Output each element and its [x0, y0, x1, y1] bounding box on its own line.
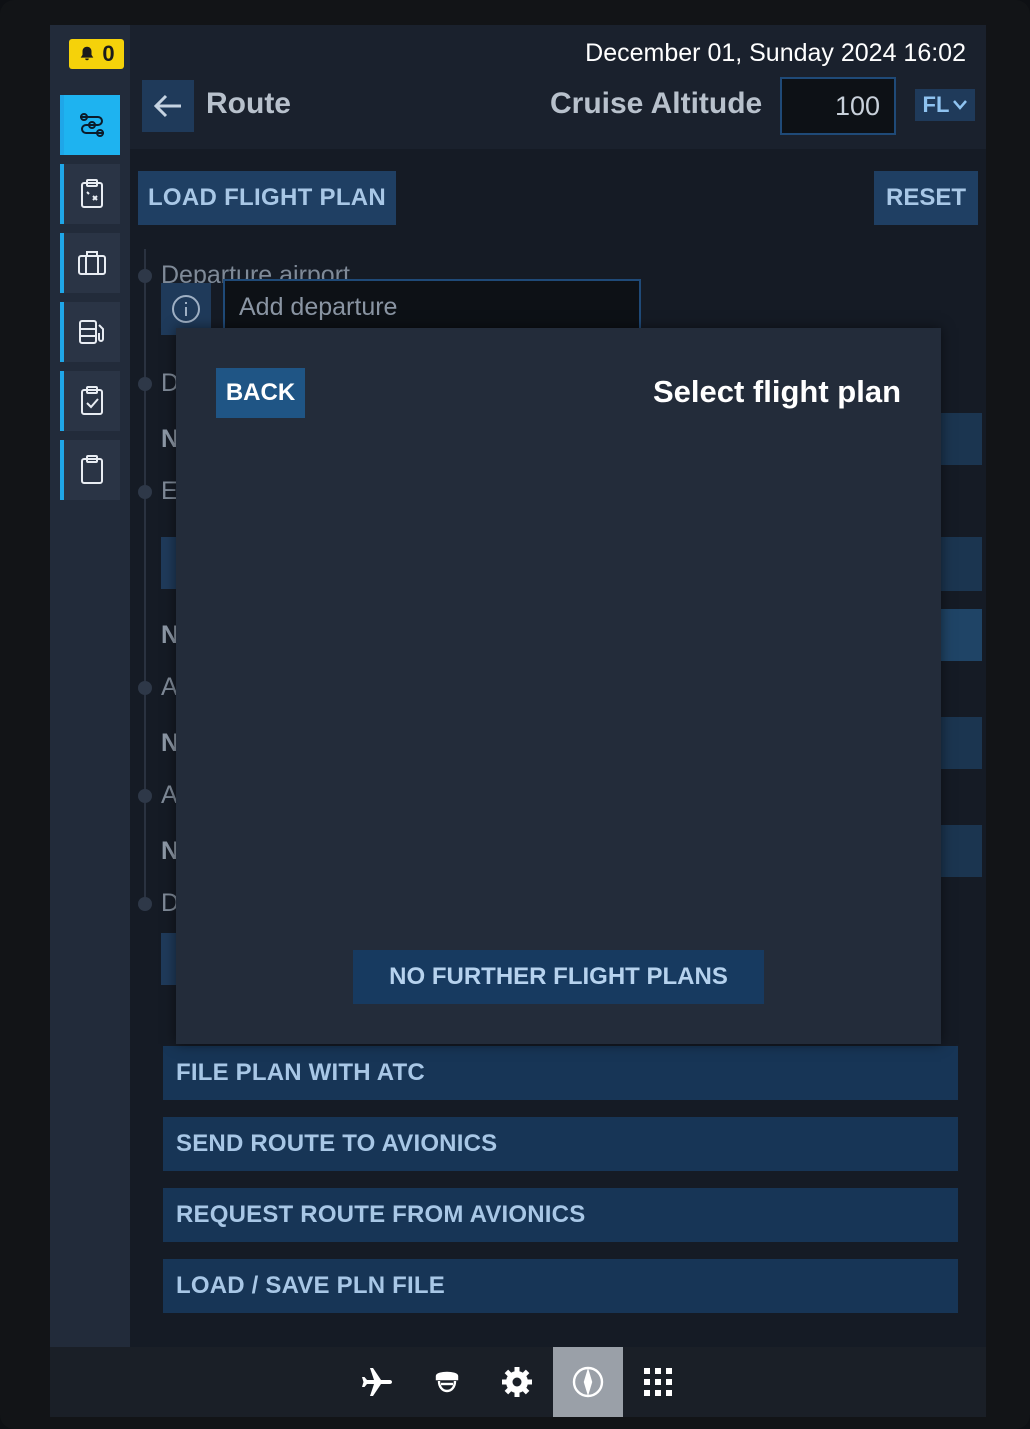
sidebar-item-checklist[interactable]: [60, 371, 120, 431]
dialog-back-button[interactable]: BACK: [216, 368, 305, 418]
airplane-icon: [362, 1368, 392, 1396]
datetime: December 01, Sunday 2024 16:02: [585, 39, 966, 67]
timeline-dot: [138, 485, 152, 499]
checklist-icon: [81, 386, 103, 415]
cruise-altitude-input[interactable]: 100: [780, 77, 896, 135]
pilot-icon: [435, 1371, 459, 1393]
timeline-dot: [138, 269, 152, 283]
notification-badge[interactable]: 0: [69, 39, 124, 69]
sidebar-item-checklist-x[interactable]: [60, 164, 120, 224]
timeline-dot: [138, 377, 152, 391]
load-flight-plan-button[interactable]: LOAD FLIGHT PLAN: [138, 171, 396, 225]
sidebar: 0: [50, 25, 130, 1347]
request-route-avionics-button[interactable]: REQUEST ROUTE FROM AVIONICS: [163, 1188, 958, 1242]
page-title: Route: [206, 87, 291, 120]
sidebar-item-payload[interactable]: [60, 233, 120, 293]
clipboard-icon: [81, 455, 103, 484]
fuel-icon: [79, 320, 104, 344]
gear-icon: [502, 1367, 532, 1397]
notification-count: 0: [102, 41, 115, 66]
timeline-dot: [138, 681, 152, 695]
select-flight-plan-dialog: BACK Select flight plan NO FURTHER FLIGH…: [176, 328, 941, 1044]
altitude-unit-value: FL: [922, 92, 950, 117]
send-route-avionics-button[interactable]: SEND ROUTE TO AVIONICS: [163, 1117, 958, 1171]
compass-icon: [572, 1366, 604, 1398]
arrow-left-icon: [153, 94, 181, 118]
clipboard-x-icon: [81, 179, 103, 208]
altitude-unit-select[interactable]: FL: [915, 89, 975, 121]
timeline-dot: [138, 897, 152, 911]
back-button[interactable]: [142, 80, 194, 132]
nav-navigation[interactable]: [553, 1347, 623, 1417]
route-timeline: [144, 249, 146, 909]
departure-input[interactable]: Add departure: [223, 279, 641, 335]
timeline-dot: [138, 789, 152, 803]
load-save-pln-button[interactable]: LOAD / SAVE PLN FILE: [163, 1259, 958, 1313]
info-icon: [172, 295, 200, 323]
cruise-altitude-label: Cruise Altitude: [550, 87, 763, 120]
apps-grid-icon: [644, 1368, 672, 1396]
file-plan-atc-button[interactable]: FILE PLAN WITH ATC: [163, 1046, 958, 1100]
bottom-nav: [50, 1347, 986, 1417]
sidebar-item-route[interactable]: [60, 95, 120, 155]
sidebar-item-notes[interactable]: [60, 440, 120, 500]
luggage-icon: [78, 251, 106, 275]
no-further-flight-plans-button[interactable]: NO FURTHER FLIGHT PLANS: [353, 950, 764, 1004]
dialog-title: Select flight plan: [652, 374, 901, 409]
bell-icon: [81, 46, 94, 61]
nav-aircraft[interactable]: [342, 1347, 412, 1417]
nav-apps[interactable]: [623, 1347, 693, 1417]
nav-pilot[interactable]: [412, 1347, 482, 1417]
sidebar-item-fuel[interactable]: [60, 302, 120, 362]
route-settings-icon: [80, 113, 104, 137]
nav-settings[interactable]: [482, 1347, 552, 1417]
reset-button[interactable]: RESET: [874, 171, 978, 225]
chevron-down-icon: [953, 100, 968, 110]
